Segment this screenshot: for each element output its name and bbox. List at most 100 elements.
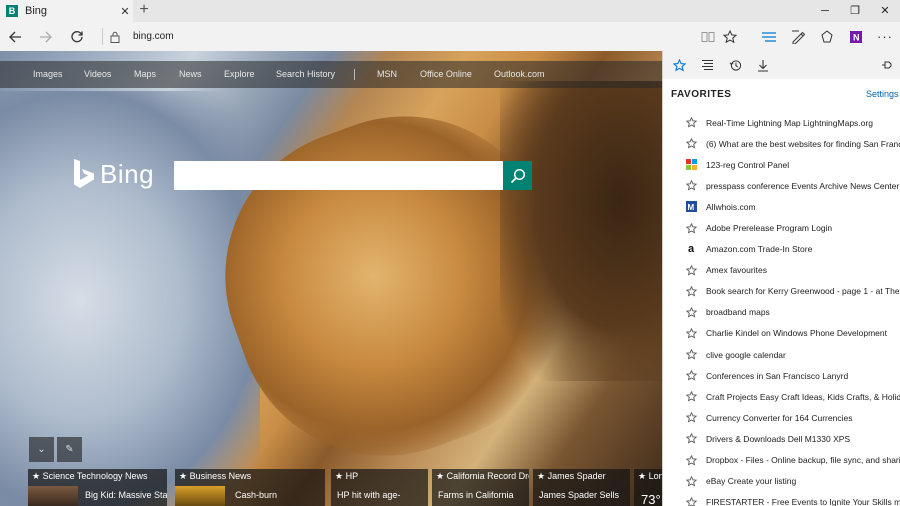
more-actions-icon[interactable]: ··· <box>871 22 899 51</box>
menu-images[interactable]: Images <box>33 61 63 88</box>
favorite-item[interactable]: Adobe Prerelease Program Login <box>663 217 900 238</box>
edit-button[interactable]: ✎ <box>57 437 82 462</box>
menu-msn[interactable]: MSN <box>377 61 397 88</box>
news-thumbnail <box>175 486 225 506</box>
search-icon <box>510 168 525 183</box>
news-category: ★ Science Technology News <box>32 471 148 481</box>
star-icon <box>685 327 697 339</box>
favorite-label: (6) What are the best websites for findi… <box>706 138 900 149</box>
news-category: ★ Business News <box>179 471 252 481</box>
favorite-item[interactable]: presspass conference Events Archive News… <box>663 175 900 196</box>
star-icon <box>672 58 686 71</box>
news-category: ★ James Spader <box>537 471 606 481</box>
favorite-item[interactable]: Conferences in San Francisco Lanyrd <box>663 365 900 386</box>
favorite-label: FIRESTARTER - Free Events to Ignite Your… <box>706 497 900 506</box>
favorite-item[interactable]: M Allwhois.com <box>663 196 900 217</box>
favorite-item[interactable]: Drivers & Downloads Dell M1330 XPS <box>663 428 900 449</box>
favorite-label: Amex favourites <box>706 265 767 276</box>
hub-panel: FAVORITES Settings Real-Time Lightning M… <box>662 51 900 506</box>
forward-button[interactable] <box>31 22 61 51</box>
menu-explore[interactable]: Explore <box>224 61 255 88</box>
search-input[interactable] <box>174 161 503 190</box>
refresh-button[interactable] <box>62 22 92 51</box>
favorite-item[interactable]: FIRESTARTER - Free Events to Ignite Your… <box>663 492 900 506</box>
menu-outlook[interactable]: Outlook.com <box>494 61 545 88</box>
close-window-button[interactable]: ✕ <box>870 0 900 22</box>
amazon-favicon-icon: a <box>687 243 695 256</box>
123reg-favicon-icon <box>685 159 697 171</box>
hub-tab-downloads[interactable] <box>749 51 777 79</box>
favorite-item[interactable]: broadband maps <box>663 302 900 323</box>
web-note-icon[interactable] <box>784 22 812 51</box>
star-icon <box>685 222 697 234</box>
hub-tabs <box>663 51 900 79</box>
add-favorite-icon[interactable] <box>716 22 744 51</box>
share-icon[interactable] <box>813 22 841 51</box>
favorite-label: eBay Create your listing <box>706 476 797 487</box>
menu-maps[interactable]: Maps <box>134 61 156 88</box>
tab-bing[interactable]: B Bing ✕ <box>0 0 133 22</box>
star-icon <box>685 412 697 424</box>
hub-tab-history[interactable] <box>721 51 749 79</box>
maximize-button[interactable]: ❐ <box>840 0 870 22</box>
news-card[interactable]: ★ Lond 73° <box>634 469 662 506</box>
favorite-label: Adobe Prerelease Program Login <box>706 223 833 234</box>
news-category: ★ HP <box>335 471 359 481</box>
favorite-label: Amazon.com Trade-In Store <box>706 244 813 255</box>
weather-temperature: 73° <box>641 492 661 506</box>
favorite-item[interactable]: Craft Projects Easy Craft Ideas, Kids Cr… <box>663 386 900 407</box>
favorite-item[interactable]: Dropbox - Files - Online backup, file sy… <box>663 450 900 471</box>
star-icon <box>685 264 697 276</box>
news-card[interactable]: ★ California Record Dro... Farms in Cali… <box>432 469 529 506</box>
favorite-item[interactable]: Real-Time Lightning Map LightningMaps.or… <box>663 112 900 133</box>
news-headline: Farms in California <box>438 490 514 500</box>
bing-top-menu: Images Videos Maps News Explore Search H… <box>0 61 662 88</box>
favorite-label: Book search for Kerry Greenwood - page 1… <box>706 286 900 297</box>
favorite-item[interactable]: clive google calendar <box>663 344 900 365</box>
favorite-item[interactable]: Currency Converter for 164 Currencies <box>663 407 900 428</box>
news-headline: HP hit with age- <box>337 490 401 500</box>
minimize-button[interactable]: ─ <box>810 0 840 22</box>
back-button[interactable] <box>0 22 30 51</box>
favorite-item[interactable]: (6) What are the best websites for findi… <box>663 133 900 154</box>
hub-tab-favorites[interactable] <box>665 51 693 79</box>
bing-logo[interactable]: Bing <box>72 157 154 191</box>
favorite-label: Currency Converter for 164 Currencies <box>706 412 853 423</box>
new-tab-button[interactable]: + <box>135 1 153 21</box>
favorite-item[interactable]: eBay Create your listing <box>663 471 900 492</box>
tab-close-icon[interactable]: ✕ <box>117 5 133 18</box>
star-icon <box>685 306 697 318</box>
favorite-label: Drivers & Downloads Dell M1330 XPS <box>706 433 851 444</box>
news-headline: James Spader Sells <box>539 490 620 500</box>
menu-news[interactable]: News <box>179 61 202 88</box>
hub-tab-reading-list[interactable] <box>693 51 721 79</box>
search-button[interactable] <box>503 161 532 190</box>
favorite-label: Craft Projects Easy Craft Ideas, Kids Cr… <box>706 391 900 402</box>
menu-videos[interactable]: Videos <box>84 61 111 88</box>
favorite-label: Allwhois.com <box>706 201 756 212</box>
favorites-settings-link[interactable]: Settings <box>866 89 899 99</box>
favorite-item[interactable]: 123-reg Control Panel <box>663 154 900 175</box>
menu-office-online[interactable]: Office Online <box>420 61 472 88</box>
news-card[interactable]: ★ HP HP hit with age- <box>331 469 428 506</box>
pencil-icon: ✎ <box>65 444 74 455</box>
address-bar[interactable]: bing.com <box>133 22 174 51</box>
hub-icon[interactable] <box>755 22 783 51</box>
favorite-item[interactable]: Book search for Kerry Greenwood - page 1… <box>663 281 900 302</box>
menu-search-history[interactable]: Search History <box>276 61 335 88</box>
tab-bar: B Bing ✕ + ─ ❐ ✕ <box>0 0 900 22</box>
news-card[interactable]: ★ Business News Cash-burn <box>175 469 325 506</box>
pin-hub-button[interactable] <box>873 51 900 79</box>
news-card[interactable]: ★ James Spader James Spader Sells <box>533 469 630 506</box>
collapse-news-button[interactable]: ⌄ <box>29 437 54 462</box>
favorite-item[interactable]: a Amazon.com Trade-In Store <box>663 239 900 260</box>
news-headline: Big Kid: Massive Star <box>85 490 167 500</box>
pin-icon <box>882 61 892 69</box>
onenote-icon[interactable]: N <box>842 22 870 51</box>
nav-bar: bing.com N ··· <box>0 22 900 73</box>
news-card[interactable]: ★ Science Technology News Big Kid: Massi… <box>28 469 167 506</box>
favorites-list: Real-Time Lightning Map LightningMaps.or… <box>663 112 900 506</box>
favorite-item[interactable]: Charlie Kindel on Windows Phone Developm… <box>663 323 900 344</box>
favorite-item[interactable]: Amex favourites <box>663 260 900 281</box>
star-icon <box>685 138 697 150</box>
